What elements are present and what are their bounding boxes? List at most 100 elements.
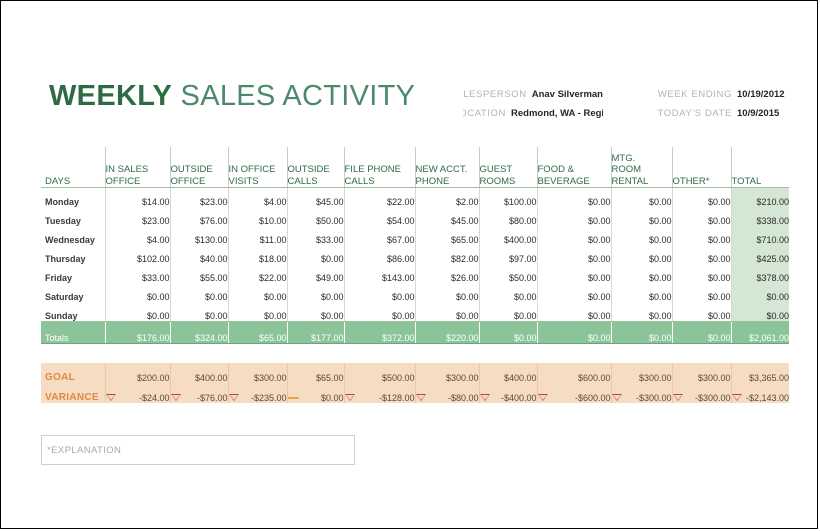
goal-amount-cell[interactable]: $600.00 [536,363,611,383]
amount-cell[interactable]: $97.00 [478,245,537,264]
location-value[interactable]: Redmond, WA - Region 12 [511,108,603,119]
amount-cell[interactable]: $400.00 [478,226,537,245]
variance-cell-content: -$24.00 [105,392,170,403]
page-title: WEEKLY SALES ACTIVITY [49,80,415,113]
amount-cell[interactable]: $0.00 [169,283,228,302]
todays-date-value[interactable]: 10/9/2015 [737,108,789,119]
spacer-row [41,343,789,363]
amount-cell[interactable]: $0.00 [536,245,611,264]
variance-value: -$235.00 [250,392,287,403]
amount-cell[interactable]: $0.00 [536,226,611,245]
amount-cell[interactable]: $0.00 [104,302,170,322]
amount-cell[interactable]: $65.00 [414,226,479,245]
amount-cell[interactable]: $33.00 [286,226,344,245]
amount-cell[interactable]: $2.00 [414,187,479,207]
amount-cell[interactable]: $0.00 [536,187,611,207]
amount-cell[interactable]: $67.00 [343,226,415,245]
amount-cell[interactable]: $50.00 [478,264,537,283]
variance-value: -$400.00 [500,392,537,403]
amount-cell[interactable]: $0.00 [286,245,344,264]
amount-cell[interactable]: $55.00 [169,264,228,283]
amount-cell[interactable]: $0.00 [671,264,731,283]
column-header-line: IN SALES [105,164,149,175]
amount-cell[interactable]: $82.00 [414,245,479,264]
amount-cell[interactable]: $0.00 [478,302,537,322]
goal-amount-cell[interactable]: $300.00 [227,363,287,383]
amount-cell[interactable]: $130.00 [169,226,228,245]
salesperson-value[interactable]: Anav Silverman [532,89,603,100]
explanation-box[interactable]: *EXPLANATION [41,435,355,465]
goal-amount-cell[interactable]: $300.00 [414,363,479,383]
amount-cell[interactable]: $76.00 [169,207,228,226]
amount-cell[interactable]: $33.00 [104,264,170,283]
amount-cell[interactable]: $0.00 [610,283,672,302]
week-ending-value[interactable]: 10/19/2012 [737,89,789,100]
column-header-line: OFFICE [105,175,141,187]
amount-cell[interactable]: $143.00 [343,264,415,283]
amount-cell[interactable]: $0.00 [536,302,611,322]
location-field: LOCATION Redmond, WA - Region 12 [463,108,603,119]
amount-cell[interactable]: $0.00 [671,283,731,302]
amount-cell[interactable]: $0.00 [536,264,611,283]
amount-cell[interactable]: $0.00 [414,302,479,322]
amount-cell[interactable]: $0.00 [343,283,415,302]
amount-cell[interactable]: $0.00 [343,302,415,322]
amount-cell[interactable]: $100.00 [478,187,537,207]
variance-value: -$24.00 [138,392,170,403]
amount-cell[interactable]: $23.00 [169,187,228,207]
amount-cell[interactable]: $0.00 [536,207,611,226]
amount-cell[interactable]: $22.00 [227,264,287,283]
amount-cell[interactable]: $0.00 [104,283,170,302]
amount-cell[interactable]: $0.00 [610,245,672,264]
amount-cell[interactable]: $11.00 [227,226,287,245]
goal-amount-cell[interactable]: $400.00 [169,363,228,383]
amount-cell[interactable]: $10.00 [227,207,287,226]
amount-cell[interactable]: $49.00 [286,264,344,283]
variance-value: -$2,143.00 [745,392,789,403]
amount-cell[interactable]: $18.00 [227,245,287,264]
spacer-cell [170,343,228,363]
amount-cell[interactable]: $40.00 [169,245,228,264]
amount-cell[interactable]: $4.00 [104,226,170,245]
goal-amount-cell[interactable]: $300.00 [671,363,731,383]
arrow-down-icon [731,392,743,403]
amount-cell[interactable]: $45.00 [414,207,479,226]
amount-cell[interactable]: $0.00 [671,226,731,245]
amount-cell[interactable]: $23.00 [104,207,170,226]
amount-cell[interactable]: $14.00 [104,187,170,207]
amount-cell[interactable]: $0.00 [610,187,672,207]
column-header-line: IN OFFICE [228,164,276,175]
arrow-down-icon [479,392,491,403]
amount-cell[interactable]: $22.00 [343,187,415,207]
amount-cell[interactable]: $4.00 [227,187,287,207]
amount-cell[interactable]: $0.00 [671,207,731,226]
amount-cell[interactable]: $0.00 [414,283,479,302]
amount-cell[interactable]: $0.00 [227,302,287,322]
goal-amount-cell[interactable]: $300.00 [610,363,672,383]
amount-cell[interactable]: $0.00 [671,245,731,264]
amount-cell[interactable]: $86.00 [343,245,415,264]
goal-amount-cell[interactable]: $400.00 [478,363,537,383]
goal-amount-cell[interactable]: $65.00 [286,363,344,383]
amount-cell[interactable]: $45.00 [286,187,344,207]
amount-cell[interactable]: $50.00 [286,207,344,226]
amount-cell[interactable]: $0.00 [478,283,537,302]
amount-cell[interactable]: $0.00 [610,226,672,245]
amount-cell[interactable]: $0.00 [610,302,672,322]
amount-cell[interactable]: $0.00 [169,302,228,322]
amount-cell[interactable]: $102.00 [104,245,170,264]
amount-cell[interactable]: $0.00 [286,283,344,302]
amount-cell[interactable]: $0.00 [227,283,287,302]
amount-cell[interactable]: $26.00 [414,264,479,283]
amount-cell[interactable]: $0.00 [671,187,731,207]
amount-cell[interactable]: $80.00 [478,207,537,226]
amount-cell[interactable]: $0.00 [671,302,731,322]
goal-amount-cell[interactable]: $200.00 [104,363,170,383]
amount-cell[interactable]: $0.00 [536,283,611,302]
amount-cell[interactable]: $0.00 [286,302,344,322]
amount-cell[interactable]: $54.00 [343,207,415,226]
amount-cell[interactable]: $0.00 [610,207,672,226]
goal-amount-cell[interactable]: $500.00 [343,363,415,383]
arrow-down-icon [344,392,356,403]
amount-cell[interactable]: $0.00 [610,264,672,283]
